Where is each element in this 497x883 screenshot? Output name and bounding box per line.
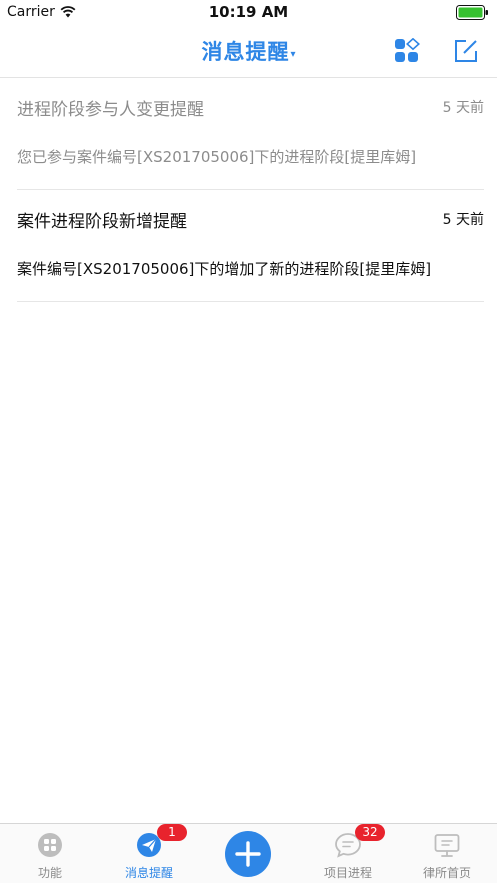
unread-badge: 1 bbox=[157, 824, 187, 841]
tab-label: 功能 bbox=[37, 866, 62, 880]
status-time: 10:19 AM bbox=[208, 3, 289, 21]
message-item[interactable]: 案件进程阶段新增提醒 5 天前 案件编号[XS201705006]下的增加了新的… bbox=[17, 190, 484, 302]
category-grid-icon[interactable] bbox=[394, 38, 420, 64]
message-item[interactable]: 进程阶段参与人变更提醒 5 天前 您已参与案件编号[XS201705006]下的… bbox=[17, 78, 484, 190]
tab-bar: 功能 1 消息提醒 32 项目进程 律所首页 bbox=[0, 823, 497, 883]
tab-messages[interactable]: 1 消息提醒 bbox=[109, 824, 189, 883]
status-bar: Carrier 10:19 AM bbox=[0, 0, 497, 26]
tab-label: 项目进程 bbox=[323, 866, 372, 880]
plus-icon bbox=[235, 841, 261, 867]
message-list: 进程阶段参与人变更提醒 5 天前 您已参与案件编号[XS201705006]下的… bbox=[0, 78, 497, 302]
edit-icon[interactable] bbox=[453, 38, 479, 64]
tab-label: 律所首页 bbox=[422, 866, 471, 880]
nav-title-group[interactable]: 消息提醒▾ bbox=[0, 36, 497, 66]
message-title: 案件进程阶段新增提醒 bbox=[17, 212, 187, 232]
tab-firm-home[interactable]: 律所首页 bbox=[407, 824, 487, 883]
progress-badge: 32 bbox=[355, 824, 385, 841]
message-time: 5 天前 bbox=[442, 212, 484, 228]
message-title: 进程阶段参与人变更提醒 bbox=[17, 100, 204, 120]
message-body: 您已参与案件编号[XS201705006]下的进程阶段[提里库姆] bbox=[17, 148, 417, 166]
grid-icon bbox=[38, 833, 62, 857]
message-time: 5 天前 bbox=[442, 100, 484, 116]
caret-down-icon[interactable]: ▾ bbox=[290, 49, 295, 60]
page-title[interactable]: 消息提醒 bbox=[201, 36, 289, 66]
nav-bar: 消息提醒▾ bbox=[0, 26, 497, 78]
add-button[interactable] bbox=[225, 831, 271, 877]
battery-icon bbox=[456, 5, 488, 20]
tab-functions[interactable]: 功能 bbox=[10, 824, 90, 883]
tab-project-progress[interactable]: 32 项目进程 bbox=[308, 824, 388, 883]
tab-label: 消息提醒 bbox=[124, 866, 173, 880]
message-body: 案件编号[XS201705006]下的增加了新的进程阶段[提里库姆] bbox=[17, 260, 432, 278]
monitor-icon bbox=[434, 834, 460, 857]
